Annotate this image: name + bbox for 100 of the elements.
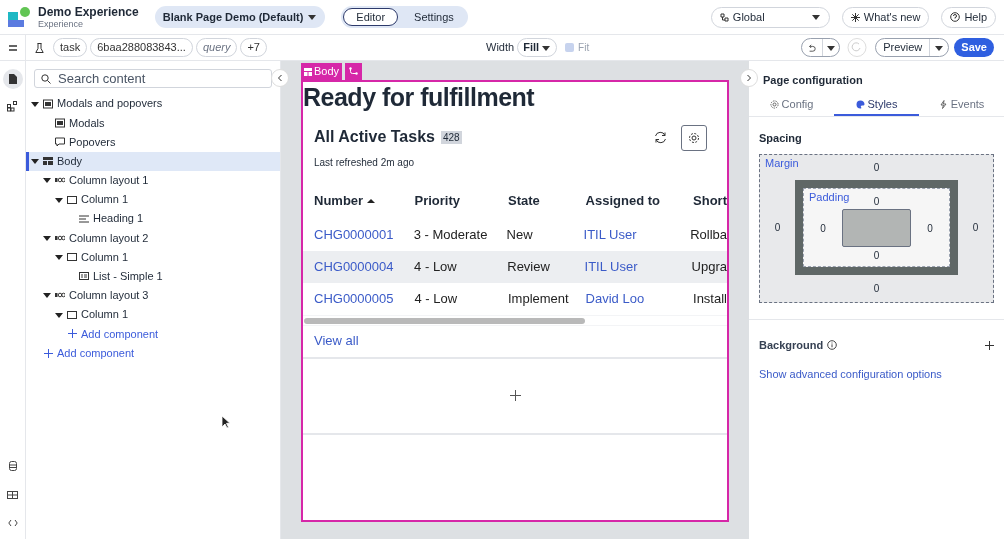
tree-item[interactable]: Column layout 3 bbox=[26, 285, 280, 306]
page-selector[interactable]: Blank Page Demo (Default) bbox=[154, 6, 326, 28]
scrollbar-thumb[interactable] bbox=[304, 317, 585, 324]
route-icon bbox=[349, 67, 359, 76]
list-icon bbox=[79, 271, 89, 282]
advanced-options-link[interactable]: Show advanced configuration options bbox=[749, 365, 952, 382]
table-cell-text: Install bbox=[693, 290, 727, 309]
gear-icon bbox=[769, 100, 779, 109]
spacing-value: 0 bbox=[872, 282, 881, 296]
spacing-value: 0 bbox=[971, 221, 980, 235]
layout-icon bbox=[304, 67, 312, 76]
collapse-icon[interactable] bbox=[271, 69, 289, 87]
caret-icon bbox=[541, 43, 552, 52]
plus-icon[interactable] bbox=[985, 340, 994, 350]
section-label: Background bbox=[759, 338, 824, 353]
tree-item[interactable]: Body bbox=[26, 151, 280, 171]
caret-down-icon[interactable] bbox=[31, 99, 39, 108]
app-subtitle: Experience bbox=[38, 19, 84, 29]
table-cell-text: Implement bbox=[508, 290, 570, 309]
page-heading: Ready for fulfillment bbox=[303, 82, 536, 112]
table-cell-text: Rollba bbox=[690, 226, 727, 245]
path-button[interactable] bbox=[345, 63, 363, 80]
spacing-value: 0 bbox=[873, 161, 880, 175]
tree-item[interactable]: Modals and popovers bbox=[26, 94, 280, 114]
palette-icon bbox=[855, 100, 865, 109]
plus-icon bbox=[509, 390, 521, 401]
table-link[interactable]: ITIL User bbox=[583, 225, 691, 245]
spacing-value: 0 bbox=[773, 221, 782, 235]
table-link[interactable]: CHG0000005 bbox=[314, 289, 415, 309]
save-button[interactable]: Save bbox=[954, 38, 994, 57]
panel-tab[interactable]: Events bbox=[919, 95, 1004, 116]
fit-label: Fit bbox=[578, 41, 590, 55]
caret-down-icon[interactable] bbox=[43, 233, 51, 242]
code-icon[interactable] bbox=[7, 519, 18, 527]
tree-item[interactable]: Popovers bbox=[26, 132, 280, 152]
caret-icon bbox=[307, 13, 318, 21]
caret-icon bbox=[810, 13, 821, 21]
count-badge: 428 bbox=[440, 130, 462, 144]
list-subtitle: Last refreshed 2m ago bbox=[314, 156, 416, 170]
caret-down-icon[interactable] bbox=[55, 253, 63, 262]
column-header[interactable]: Assigned to bbox=[585, 190, 694, 211]
tree-item[interactable]: Column 1 bbox=[26, 189, 280, 210]
component-badge[interactable]: Body bbox=[301, 63, 343, 80]
table-cell-text: 4 - Low bbox=[414, 290, 459, 309]
menu-icon[interactable] bbox=[8, 44, 17, 51]
search-icon bbox=[41, 74, 51, 84]
caret-down-icon[interactable] bbox=[55, 310, 63, 319]
table-icon[interactable] bbox=[7, 491, 18, 499]
view-all-link[interactable]: View all bbox=[303, 326, 370, 357]
table-row[interactable]: CHG0000004 4 - Low Review ITIL User Upgra bbox=[303, 251, 727, 283]
tree-item[interactable]: Modals bbox=[26, 113, 280, 133]
tree-item[interactable]: Column 1 bbox=[26, 247, 280, 267]
panel-tab[interactable]: Styles bbox=[834, 95, 919, 116]
column-header[interactable]: Priority bbox=[414, 190, 508, 211]
table-link[interactable]: ITIL User bbox=[584, 257, 692, 277]
settings-button[interactable] bbox=[681, 125, 707, 151]
tree-item[interactable]: Column layout 1 bbox=[26, 170, 280, 190]
caret-down-icon[interactable] bbox=[43, 176, 51, 185]
table-link[interactable]: David Loo bbox=[585, 289, 694, 309]
content-box bbox=[842, 209, 911, 247]
lightning-icon bbox=[938, 100, 948, 109]
tree-item[interactable]: Column layout 2 bbox=[26, 228, 280, 248]
tree-item[interactable]: Add component bbox=[26, 343, 280, 363]
tree-item[interactable]: Add component bbox=[26, 324, 280, 344]
tree-item[interactable]: List - Simple 1 bbox=[26, 266, 280, 286]
column-header[interactable]: Short bbox=[693, 190, 727, 211]
caret-down-icon[interactable] bbox=[43, 291, 51, 300]
width-label: Width bbox=[486, 40, 515, 56]
expand-icon[interactable] bbox=[740, 69, 758, 87]
section-label: Spacing bbox=[758, 130, 803, 146]
margin-label: Margin bbox=[765, 156, 800, 171]
mode-tab[interactable]: Settings bbox=[402, 8, 466, 26]
components-icon[interactable] bbox=[7, 101, 18, 112]
table-link[interactable]: CHG0000004 bbox=[314, 257, 415, 277]
refresh-icon[interactable] bbox=[654, 131, 667, 144]
spacing-value: 0 bbox=[819, 221, 827, 236]
fit-checkbox[interactable] bbox=[565, 43, 575, 52]
tree-item[interactable]: Heading 1 bbox=[26, 209, 280, 229]
cursor-icon bbox=[221, 415, 231, 429]
sparkle-icon bbox=[850, 12, 860, 22]
plus-icon bbox=[68, 329, 77, 339]
caret-down-icon[interactable] bbox=[55, 195, 63, 204]
column-header[interactable]: Number bbox=[314, 190, 415, 211]
table-cell-text: Review bbox=[507, 258, 551, 277]
panel-tab[interactable]: Config bbox=[749, 95, 834, 116]
app-title: Demo Experience bbox=[38, 5, 139, 18]
table-link[interactable]: CHG0000001 bbox=[314, 225, 414, 245]
info-icon[interactable] bbox=[827, 340, 838, 351]
speech-bubble-icon bbox=[55, 136, 65, 147]
search-field[interactable]: Search content bbox=[34, 69, 272, 88]
mode-tab[interactable]: Editor bbox=[343, 8, 399, 26]
help-icon bbox=[950, 12, 961, 22]
tree-item[interactable]: Column 1 bbox=[26, 305, 280, 325]
column-header[interactable]: State bbox=[508, 190, 586, 211]
table-cell-text: 3 - Moderate bbox=[413, 226, 489, 245]
document-icon[interactable] bbox=[8, 74, 17, 84]
caret-down-icon[interactable] bbox=[31, 157, 39, 166]
panel-title: Page configuration bbox=[762, 73, 864, 88]
modal-icon bbox=[55, 117, 65, 128]
database-icon[interactable] bbox=[8, 461, 17, 471]
